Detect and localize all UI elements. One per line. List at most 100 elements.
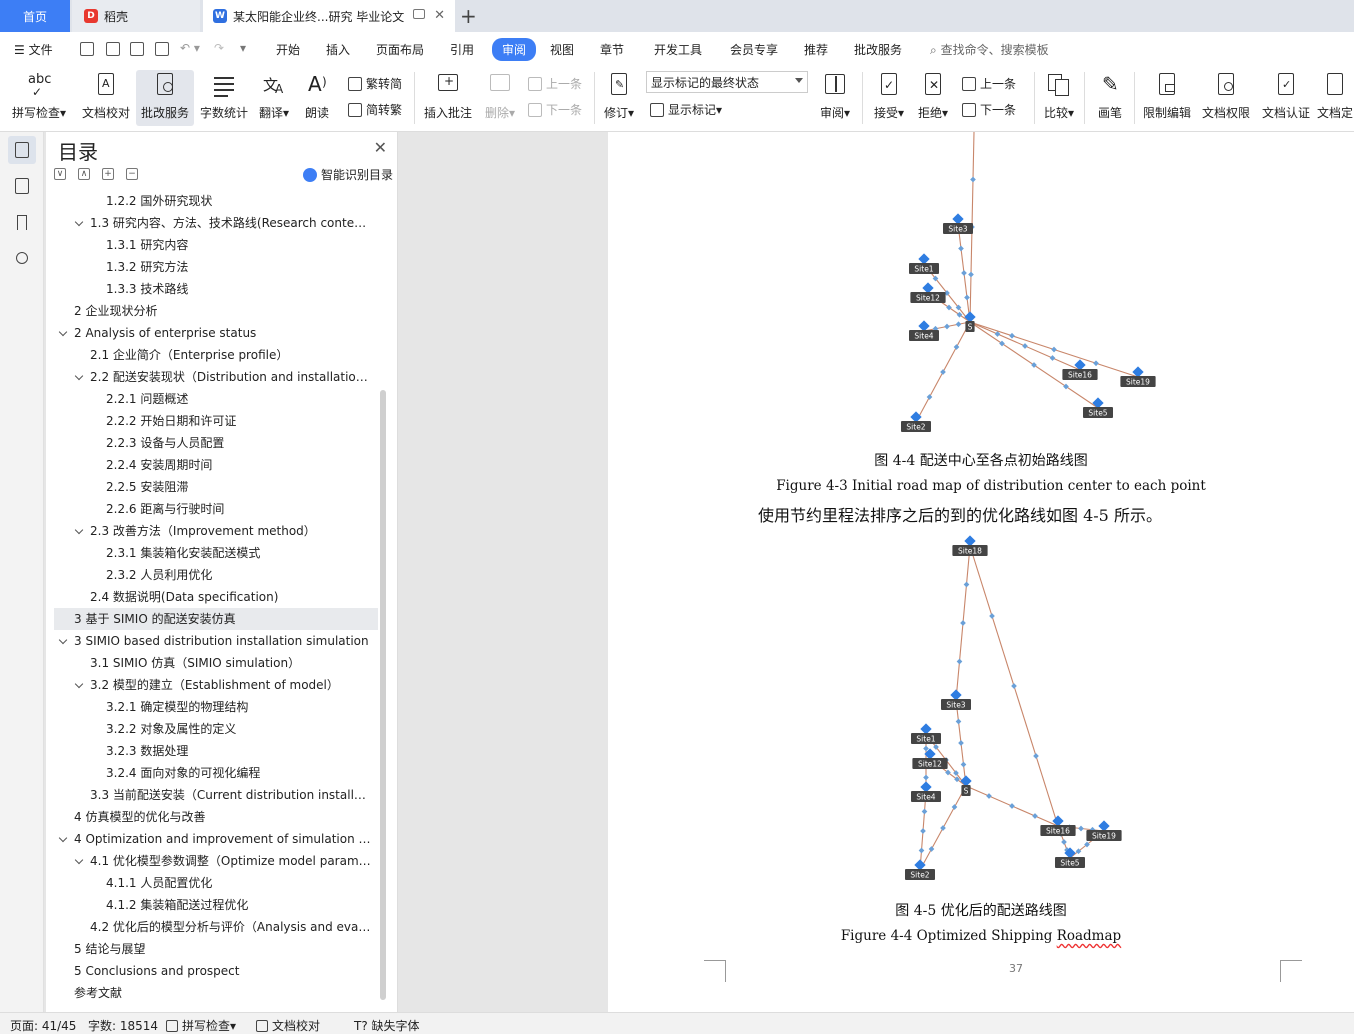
toc-item[interactable]: 2 企业现状分析 — [54, 300, 378, 322]
remove-heading-icon[interactable]: − — [126, 168, 138, 180]
screen-icon[interactable] — [413, 9, 425, 19]
show-markup-button[interactable]: 显示标记 ▾ — [650, 101, 722, 118]
restrict-edit-button[interactable]: 限制编辑 — [1140, 70, 1194, 126]
menu-item-0[interactable]: 开始 — [276, 41, 300, 58]
toc-item[interactable]: 2.3 改善方法（Improvement method） — [54, 520, 378, 542]
close-icon[interactable]: ✕ — [374, 138, 387, 157]
toc-scrollbar[interactable] — [380, 390, 386, 1000]
menu-item-8[interactable]: 会员专享 — [730, 41, 778, 58]
review-pane-button[interactable]: 审阅▾ — [816, 70, 854, 126]
toc-item[interactable]: 4.1.2 集装箱配送过程优化 — [54, 894, 378, 916]
word-count-indicator[interactable]: 字数: 18514 — [88, 1017, 158, 1034]
next-comment-button[interactable]: 下一条 — [528, 101, 582, 118]
spelling-flag-word[interactable]: Roadmap — [1057, 928, 1121, 944]
expand-up-icon[interactable]: ∧ — [78, 168, 90, 180]
toc-item[interactable]: 3.2.1 确定模型的物理结构 — [54, 696, 378, 718]
toc-item[interactable]: 2.2.5 安装阻滞 — [54, 476, 378, 498]
redo-icon[interactable]: ↷ — [214, 41, 224, 55]
menu-item-10[interactable]: 批改服务 — [854, 41, 902, 58]
command-search[interactable]: ⌕ 查找命令、搜索模板 — [930, 41, 1049, 58]
chevron-down-icon[interactable] — [74, 371, 84, 381]
reject-button[interactable]: ✕ 拒绝▾ — [914, 70, 952, 126]
doc-permission-button[interactable]: 文档权限 — [1198, 70, 1254, 126]
toc-item[interactable]: 4.2 优化后的模型分析与评价（Analysis and eval… — [54, 916, 378, 938]
toc-item[interactable]: 4 Optimization and improvement of simula… — [54, 828, 378, 850]
toc-item[interactable]: 2.2.3 设备与人员配置 — [54, 432, 378, 454]
toc-panel-icon[interactable] — [8, 136, 36, 164]
missing-font-button[interactable]: T? 缺失字体 — [354, 1017, 420, 1034]
toc-item[interactable]: 2.3.2 人员利用优化 — [54, 564, 378, 586]
menu-item-1[interactable]: 插入 — [326, 41, 350, 58]
translate-button[interactable]: 文A 翻译▾ — [256, 70, 292, 126]
toc-item[interactable]: 1.3 研究内容、方法、技术路线(Research conten… — [54, 212, 378, 234]
print-preview-icon[interactable] — [155, 42, 169, 56]
menu-item-5[interactable]: 视图 — [550, 41, 574, 58]
spell-check-button[interactable]: abc ✓ 拼写检查▾ — [8, 70, 70, 126]
revise-button[interactable]: ✎ 修订▾ — [600, 70, 638, 126]
word-count-button[interactable]: 字数统计 — [198, 70, 250, 126]
toc-item[interactable]: 2.2.4 安装周期时间 — [54, 454, 378, 476]
toc-item[interactable]: 3.2 模型的建立（Establishment of model） — [54, 674, 378, 696]
collapse-all-icon[interactable]: ∨ — [54, 168, 66, 180]
toc-item[interactable]: 4 仿真模型的优化与改善 — [54, 806, 378, 828]
status-spell-check[interactable]: 拼写检查 ▾ — [166, 1017, 236, 1034]
chevron-down-icon[interactable] — [74, 855, 84, 865]
menu-item-3[interactable]: 引用 — [450, 41, 474, 58]
toc-item[interactable]: 1.3.2 研究方法 — [54, 256, 378, 278]
markup-state-select[interactable]: 显示标记的最终状态 — [646, 71, 808, 93]
toc-item[interactable]: 1.3.3 技术路线 — [54, 278, 378, 300]
toc-item[interactable]: 3.2.4 面向对象的可视化编程 — [54, 762, 378, 784]
prev-change-button[interactable]: 上一条 — [962, 75, 1016, 92]
toc-item[interactable]: 4.1 优化模型参数调整（Optimize model param… — [54, 850, 378, 872]
toc-item[interactable]: 2.2.1 问题概述 — [54, 388, 378, 410]
doc-final-button[interactable]: 文档定 — [1316, 70, 1354, 126]
toc-item[interactable]: 2.4 数据说明(Data specification) — [54, 586, 378, 608]
toc-item[interactable]: 3 基于 SIMIO 的配送安装仿真 — [54, 608, 378, 630]
smart-toc-button[interactable]: 智能识别目录 — [302, 166, 393, 183]
search-icon[interactable] — [8, 244, 36, 272]
toc-item[interactable]: 2.2.6 距离与行驶时间 — [54, 498, 378, 520]
menu-item-9[interactable]: 推荐 — [804, 41, 828, 58]
chevron-down-icon[interactable] — [74, 525, 84, 535]
undo-icon[interactable]: ↶ ▾ — [180, 41, 200, 55]
save-icon[interactable] — [80, 42, 94, 56]
chapter-nav-icon[interactable] — [8, 172, 36, 200]
doc-cert-button[interactable]: ✓ 文档认证 — [1258, 70, 1314, 126]
toc-item[interactable]: 4.1.1 人员配置优化 — [54, 872, 378, 894]
tab-daoke[interactable]: D 稻壳 — [72, 0, 200, 32]
toc-item[interactable]: 2 Analysis of enterprise status — [54, 322, 378, 344]
toc-item[interactable]: 5 结论与展望 — [54, 938, 378, 960]
add-heading-icon[interactable]: + — [102, 168, 114, 180]
toc-item[interactable]: 1.3.1 研究内容 — [54, 234, 378, 256]
menu-item-4[interactable]: 审阅 — [492, 38, 537, 61]
toc-item[interactable]: 2.2 配送安装现状（Distribution and installation… — [54, 366, 378, 388]
toc-item[interactable]: 3.1 SIMIO 仿真（SIMIO simulation） — [54, 652, 378, 674]
file-menu[interactable]: ☰ 文件 — [14, 41, 53, 58]
close-tab-icon[interactable]: ✕ — [434, 8, 445, 23]
toc-item[interactable]: 2.3.1 集装箱化安装配送模式 — [54, 542, 378, 564]
bookmark-icon[interactable] — [8, 208, 36, 236]
page-indicator[interactable]: 页面: 41/45 — [10, 1017, 76, 1034]
toc-item[interactable]: 3.2.2 对象及属性的定义 — [54, 718, 378, 740]
chevron-down-icon[interactable] — [74, 679, 84, 689]
menu-item-7[interactable]: 开发工具 — [654, 41, 702, 58]
export-pdf-icon[interactable] — [106, 42, 120, 56]
print-icon[interactable] — [130, 42, 144, 56]
correction-service-button[interactable]: 批改服务 — [136, 70, 194, 126]
toc-item[interactable]: 1.2.2 国外研究现状 — [54, 190, 378, 212]
tab-document[interactable]: W 某太阳能企业终...研究 毕业论文 ✕ — [203, 0, 455, 32]
accept-button[interactable]: ✓ 接受▾ — [870, 70, 908, 126]
chevron-down-icon[interactable] — [58, 635, 68, 645]
chevron-down-icon[interactable] — [58, 327, 68, 337]
prev-comment-button[interactable]: 上一条 — [528, 75, 582, 92]
new-tab-icon[interactable]: + — [460, 4, 477, 28]
trad-to-simp-button[interactable]: 繁转简 — [348, 75, 402, 92]
menu-item-6[interactable]: 章节 — [600, 41, 624, 58]
chevron-down-icon[interactable] — [74, 217, 84, 227]
tab-home[interactable]: 首页 — [0, 0, 70, 32]
chevron-down-icon[interactable] — [58, 833, 68, 843]
toc-item[interactable]: 2.2.2 开始日期和许可证 — [54, 410, 378, 432]
next-change-button[interactable]: 下一条 — [962, 101, 1016, 118]
compare-button[interactable]: 比较▾ — [1040, 70, 1078, 126]
pen-button[interactable]: ✎ 画笔 — [1092, 70, 1128, 126]
